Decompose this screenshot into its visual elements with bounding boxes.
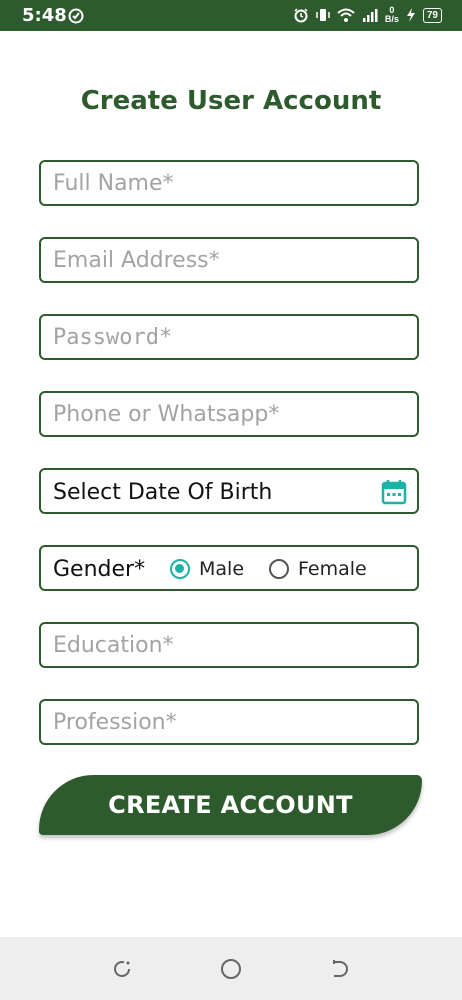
email-field-container bbox=[39, 237, 419, 283]
data-saver-icon bbox=[68, 8, 84, 24]
radio-female-unselected-icon[interactable] bbox=[269, 559, 289, 579]
status-icons: 0 B/s 79 bbox=[293, 6, 442, 24]
email-input[interactable] bbox=[41, 239, 417, 281]
full-name-input[interactable] bbox=[41, 162, 417, 204]
password-field-container bbox=[39, 314, 419, 360]
education-input[interactable] bbox=[41, 624, 417, 666]
signal-icon bbox=[362, 9, 378, 22]
gender-label: Gender* bbox=[53, 557, 146, 582]
network-speed: 0 B/s bbox=[385, 6, 399, 24]
password-input[interactable] bbox=[41, 316, 417, 358]
home-icon[interactable] bbox=[219, 957, 243, 981]
network-speed-unit: B/s bbox=[384, 14, 399, 24]
gender-option-male-label: Male bbox=[199, 558, 245, 580]
recent-apps-icon[interactable] bbox=[110, 957, 134, 981]
system-nav-bar bbox=[0, 937, 462, 1000]
full-name-field-container bbox=[39, 160, 419, 206]
wifi-icon bbox=[337, 8, 355, 22]
status-time: 5:48 bbox=[22, 5, 67, 26]
profession-field-container bbox=[39, 699, 419, 745]
page-title: Create User Account bbox=[80, 86, 382, 116]
gender-option-male[interactable]: Male bbox=[170, 558, 244, 580]
alarm-icon bbox=[294, 8, 308, 23]
phone-field-container bbox=[39, 391, 419, 437]
radio-male-selected-icon[interactable] bbox=[170, 559, 190, 579]
date-of-birth-label: Select Date Of Birth bbox=[53, 480, 273, 505]
battery-icon: 79 bbox=[422, 7, 442, 23]
charging-icon bbox=[406, 8, 415, 22]
gender-field: Gender* Male Female bbox=[39, 545, 419, 591]
status-bar: 5:48 0 B/s 79 bbox=[0, 0, 462, 31]
profession-input[interactable] bbox=[41, 701, 417, 743]
calendar-icon[interactable] bbox=[381, 479, 407, 505]
education-field-container bbox=[39, 622, 419, 668]
gender-option-female-label: Female bbox=[298, 558, 367, 580]
date-of-birth-picker[interactable]: Select Date Of Birth bbox=[39, 468, 419, 514]
gender-option-female[interactable]: Female bbox=[269, 558, 367, 580]
vibrate-icon bbox=[316, 9, 330, 21]
phone-input[interactable] bbox=[41, 393, 417, 435]
create-account-button[interactable]: CREATE ACCOUNT bbox=[39, 775, 422, 835]
back-icon[interactable] bbox=[328, 957, 352, 981]
